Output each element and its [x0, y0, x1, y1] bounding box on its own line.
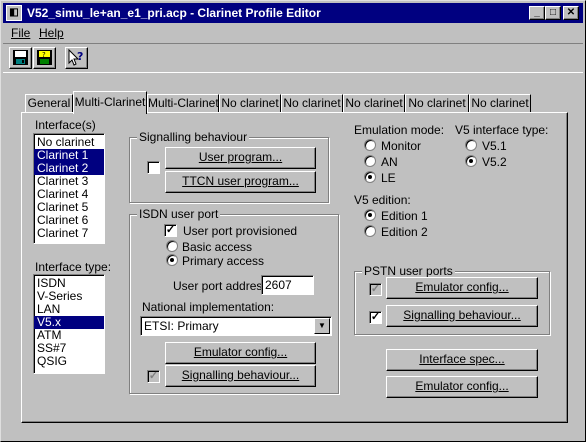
- user-port-provisioned-label: User port provisioned: [183, 224, 298, 238]
- edition-2-radio[interactable]: [364, 225, 376, 237]
- basic-access-label: Basic access: [182, 240, 253, 254]
- pstn-user-ports-legend: PSTN user ports: [362, 264, 455, 278]
- national-implementation-value: ETSI: Primary: [144, 319, 219, 333]
- emulation-monitor-radio[interactable]: [364, 139, 376, 151]
- save-all-button[interactable]: ?: [33, 47, 56, 69]
- isdn-user-port-legend: ISDN user port: [137, 207, 221, 221]
- v5-1-label: V5.1: [482, 139, 507, 153]
- emulation-le-label: LE: [381, 171, 396, 185]
- close-button[interactable]: ✕: [563, 6, 579, 20]
- basic-access-radio[interactable]: [166, 240, 178, 252]
- menu-help[interactable]: Help: [39, 26, 64, 40]
- tab-no-clarinet-1[interactable]: No clarinet: [219, 94, 281, 113]
- user-port-address-label: User port address:: [173, 279, 272, 293]
- interface-type-listbox[interactable]: ISDN V-Series LAN V5.x ATM SS#7 QSIG: [33, 274, 105, 374]
- pstn-emulator-checkbox[interactable]: ✓: [369, 283, 382, 296]
- app-window: ◧ V52_simu_le+an_e1_pri.acp - Clarinet P…: [0, 0, 586, 442]
- v5-interface-type-label: V5 interface type:: [455, 123, 549, 137]
- maximize-button[interactable]: □: [545, 6, 561, 20]
- emulation-monitor-label: Monitor: [381, 139, 422, 153]
- svg-text:?: ?: [42, 51, 46, 59]
- window-title: V52_simu_le+an_e1_pri.acp - Clarinet Pro…: [27, 6, 321, 20]
- interface-spec-button[interactable]: Interface spec...: [386, 349, 538, 371]
- isdn-emulator-config-button[interactable]: Emulator config...: [165, 342, 316, 364]
- edition-2-label: Edition 2: [381, 225, 428, 239]
- interface-type-label: Interface type:: [35, 260, 112, 274]
- signalling-checkbox[interactable]: [147, 161, 160, 174]
- chevron-down-icon[interactable]: ▼: [314, 318, 330, 334]
- emulation-mode-label: Emulation mode:: [354, 123, 445, 137]
- tab-multi-clarinet-1[interactable]: Multi-Clarinet: [73, 91, 147, 114]
- user-port-address-field[interactable]: 2607: [261, 275, 314, 295]
- pstn-signalling-checkbox[interactable]: ✓: [369, 311, 382, 324]
- tab-general[interactable]: General: [25, 94, 73, 113]
- edition-1-label: Edition 1: [381, 209, 428, 223]
- emulation-an-radio[interactable]: [364, 155, 376, 167]
- emulation-le-radio[interactable]: [364, 171, 376, 183]
- user-port-provisioned-checkbox[interactable]: ✓: [164, 224, 177, 237]
- app-icon[interactable]: ◧: [6, 5, 22, 21]
- context-help-icon: ?: [68, 48, 83, 66]
- v5-1-radio[interactable]: [465, 139, 477, 151]
- signalling-behaviour-legend: Signalling behaviour: [137, 130, 250, 144]
- isdn-signalling-behaviour-button[interactable]: Signalling behaviour...: [165, 365, 316, 387]
- save-button[interactable]: [9, 47, 32, 69]
- menu-bar: File Help: [3, 24, 583, 42]
- emulator-config-button[interactable]: Emulator config...: [386, 376, 538, 398]
- national-implementation-select[interactable]: ETSI: Primary ▼: [140, 316, 332, 336]
- isdn-signalling-checkbox[interactable]: ✓: [147, 370, 160, 383]
- user-program-button[interactable]: User program...: [165, 147, 316, 169]
- list-item[interactable]: QSIG: [34, 355, 104, 368]
- interfaces-label: Interface(s): [35, 118, 96, 132]
- tab-panel: Interface(s) No clarinet Clarinet 1 Clar…: [21, 112, 568, 423]
- pstn-signalling-behaviour-button[interactable]: Signalling behaviour...: [386, 305, 538, 327]
- menu-file[interactable]: File: [11, 26, 30, 40]
- v5-2-label: V5.2: [482, 155, 507, 169]
- tab-multi-clarinet-2[interactable]: Multi-Clarinet: [147, 94, 219, 113]
- tab-no-clarinet-2[interactable]: No clarinet: [281, 94, 343, 113]
- list-item[interactable]: Clarinet 7: [34, 227, 104, 240]
- primary-access-label: Primary access: [182, 254, 265, 268]
- v5-edition-label: V5 edition:: [354, 193, 411, 207]
- pstn-emulator-config-button[interactable]: Emulator config...: [386, 277, 538, 299]
- national-implementation-label: National implementation:: [142, 300, 275, 314]
- interfaces-listbox[interactable]: No clarinet Clarinet 1 Clarinet 2 Clarin…: [33, 133, 105, 244]
- toolbar: ? ?: [3, 43, 583, 73]
- tab-no-clarinet-3[interactable]: No clarinet: [343, 94, 405, 113]
- tab-no-clarinet-4[interactable]: No clarinet: [405, 94, 469, 113]
- v5-2-radio[interactable]: [465, 155, 477, 167]
- tab-no-clarinet-5[interactable]: No clarinet: [469, 94, 531, 113]
- minimize-button[interactable]: _: [529, 6, 545, 20]
- emulation-an-label: AN: [381, 155, 398, 169]
- save-icon: [13, 50, 28, 65]
- svg-text:?: ?: [77, 50, 83, 63]
- edition-1-radio[interactable]: [364, 209, 376, 221]
- title-bar[interactable]: ◧ V52_simu_le+an_e1_pri.acp - Clarinet P…: [3, 3, 583, 23]
- primary-access-radio[interactable]: [166, 254, 178, 266]
- save-all-icon: ?: [37, 50, 52, 65]
- context-help-button[interactable]: ?: [65, 47, 88, 69]
- ttcn-user-program-button[interactable]: TTCN user program...: [165, 171, 316, 193]
